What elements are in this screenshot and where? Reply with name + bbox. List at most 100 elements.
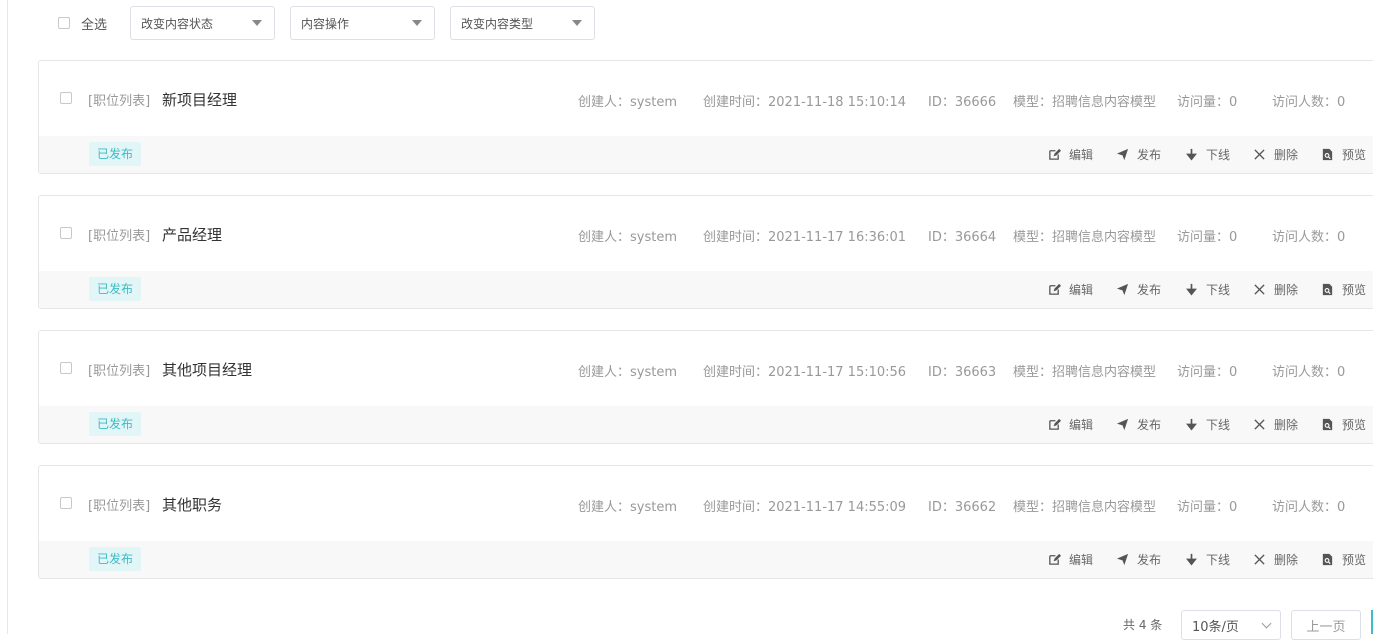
prev-page-button[interactable]: 上一页 [1291, 610, 1361, 640]
dropdown-label: 改变内容类型 [461, 16, 534, 31]
status-badge: 已发布 [89, 547, 142, 571]
item-created-time: 创建时间：2021-11-18 15:10:14 [703, 95, 907, 110]
item-model: 模型：招聘信息内容模型 [1013, 500, 1157, 515]
item-title[interactable]: 产品经理 [162, 224, 222, 245]
status-badge: 已发布 [89, 277, 142, 301]
send-icon [1116, 148, 1129, 161]
change-status-dropdown[interactable]: 改变内容状态 [130, 6, 275, 40]
bulk-toolbar: 全选 [58, 6, 107, 40]
edit-button[interactable]: 编辑 [1048, 146, 1093, 163]
delete-button[interactable]: 删除 [1253, 551, 1298, 568]
publish-label: 发布 [1137, 553, 1162, 567]
delete-label: 删除 [1274, 418, 1299, 432]
arrow-down-icon [1186, 283, 1197, 296]
caret-down-icon [412, 20, 422, 26]
item-checkbox[interactable] [60, 227, 72, 239]
select-all-checkbox[interactable] [58, 17, 70, 29]
publish-label: 发布 [1137, 418, 1162, 432]
offline-label: 下线 [1206, 418, 1231, 432]
edit-button[interactable]: 编辑 [1048, 281, 1093, 298]
edit-button[interactable]: 编辑 [1048, 551, 1093, 568]
prev-page-label: 上一页 [1306, 619, 1346, 635]
edit-icon [1049, 148, 1061, 160]
item-creator: 创建人：system [578, 500, 677, 515]
edit-label: 编辑 [1069, 553, 1094, 567]
edit-label: 编辑 [1069, 283, 1094, 297]
delete-label: 删除 [1274, 148, 1299, 162]
caret-down-icon [252, 20, 262, 26]
preview-label: 预览 [1342, 553, 1367, 567]
item-visitors: 访问人数：0 [1272, 365, 1346, 380]
item-creator: 创建人：system [578, 230, 677, 245]
item-model: 模型：招聘信息内容模型 [1013, 230, 1157, 245]
item-created-time: 创建时间：2021-11-17 16:36:01 [703, 230, 907, 245]
item-title[interactable]: 其他职务 [162, 494, 222, 515]
publish-button[interactable]: 发布 [1116, 416, 1161, 433]
item-views: 访问量：0 [1177, 95, 1238, 110]
offline-button[interactable]: 下线 [1185, 281, 1230, 298]
item-category: [职位列表] [88, 364, 151, 379]
item-checkbox[interactable] [60, 92, 72, 104]
delete-button[interactable]: 删除 [1253, 146, 1298, 163]
item-creator: 创建人：system [578, 365, 677, 380]
file-preview-icon [1322, 283, 1333, 296]
arrow-down-icon [1186, 553, 1197, 566]
send-icon [1116, 418, 1129, 431]
item-title[interactable]: 其他项目经理 [162, 359, 252, 380]
item-creator: 创建人：system [578, 95, 677, 110]
dropdown-label: 内容操作 [301, 16, 350, 31]
preview-label: 预览 [1342, 418, 1367, 432]
publish-button[interactable]: 发布 [1116, 281, 1161, 298]
status-badge: 已发布 [89, 142, 142, 166]
content-card: [职位列表] 新项目经理 创建人：system 创建时间：2021-11-18 … [38, 60, 1373, 174]
offline-button[interactable]: 下线 [1185, 551, 1230, 568]
page-size-value: 10条/页 [1192, 619, 1239, 635]
delete-button[interactable]: 删除 [1253, 281, 1298, 298]
item-created-time: 创建时间：2021-11-17 15:10:56 [703, 365, 907, 380]
close-icon [1254, 149, 1265, 160]
preview-button[interactable]: 预览 [1321, 281, 1366, 298]
item-id: ID：36662 [928, 500, 997, 515]
preview-button[interactable]: 预览 [1321, 551, 1366, 568]
edit-icon [1049, 283, 1061, 295]
item-visitors: 访问人数：0 [1272, 500, 1346, 515]
change-type-dropdown[interactable]: 改变内容类型 [450, 6, 595, 40]
delete-label: 删除 [1274, 283, 1299, 297]
publish-button[interactable]: 发布 [1116, 551, 1161, 568]
publish-label: 发布 [1137, 148, 1162, 162]
pagination-total: 共 4 条 [1123, 618, 1163, 632]
page-size-select[interactable]: 10条/页 [1181, 610, 1281, 640]
preview-button[interactable]: 预览 [1321, 146, 1366, 163]
item-created-time: 创建时间：2021-11-17 14:55:09 [703, 500, 907, 515]
item-checkbox[interactable] [60, 497, 72, 509]
item-views: 访问量：0 [1177, 365, 1238, 380]
item-checkbox[interactable] [60, 362, 72, 374]
content-card: [职位列表] 其他职务 创建人：system 创建时间：2021-11-17 1… [38, 465, 1373, 579]
content-card: [职位列表] 其他项目经理 创建人：system 创建时间：2021-11-17… [38, 330, 1373, 444]
content-action-dropdown[interactable]: 内容操作 [290, 6, 435, 40]
item-title[interactable]: 新项目经理 [162, 89, 237, 110]
chevron-down-icon [1261, 618, 1272, 628]
offline-button[interactable]: 下线 [1185, 146, 1230, 163]
edit-button[interactable]: 编辑 [1048, 416, 1093, 433]
preview-button[interactable]: 预览 [1321, 416, 1366, 433]
offline-label: 下线 [1206, 283, 1231, 297]
item-views: 访问量：0 [1177, 230, 1238, 245]
content-card: [职位列表] 产品经理 创建人：system 创建时间：2021-11-17 1… [38, 195, 1373, 309]
send-icon [1116, 553, 1129, 566]
file-preview-icon [1322, 148, 1333, 161]
select-all[interactable]: 全选 [58, 14, 107, 33]
file-preview-icon [1322, 553, 1333, 566]
item-views: 访问量：0 [1177, 500, 1238, 515]
send-icon [1116, 283, 1129, 296]
caret-down-icon [572, 20, 582, 26]
publish-button[interactable]: 发布 [1116, 146, 1161, 163]
publish-label: 发布 [1137, 283, 1162, 297]
delete-button[interactable]: 删除 [1253, 416, 1298, 433]
edit-icon [1049, 418, 1061, 430]
item-category: [职位列表] [88, 94, 151, 109]
item-category: [职位列表] [88, 499, 151, 514]
offline-button[interactable]: 下线 [1185, 416, 1230, 433]
file-preview-icon [1322, 418, 1333, 431]
item-category: [职位列表] [88, 229, 151, 244]
